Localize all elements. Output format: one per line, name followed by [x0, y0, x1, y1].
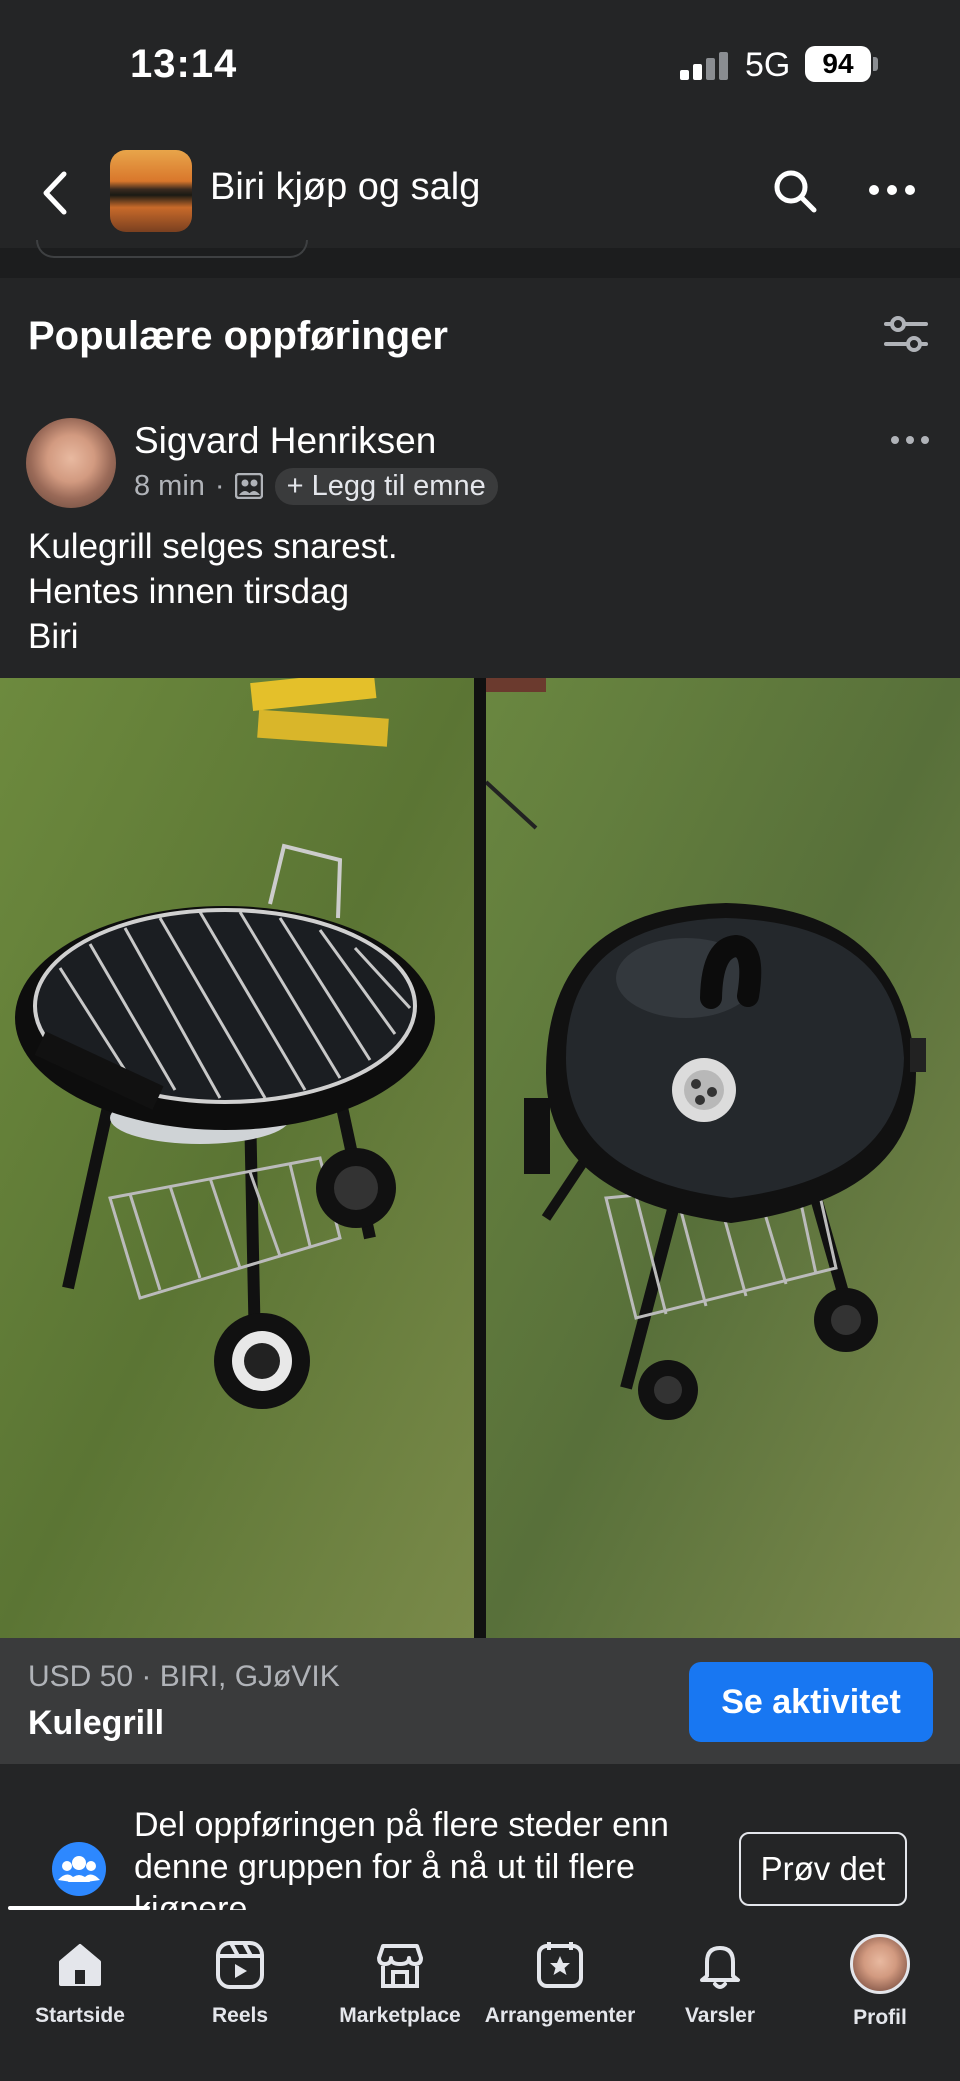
marketplace-icon — [377, 1944, 423, 1988]
tab-label: Startside — [35, 2004, 125, 2027]
tab-events[interactable]: Arrangementer — [480, 1930, 640, 2040]
bottom-tab-bar: Startside Reels Marketplace Arrangemente… — [0, 1910, 960, 2081]
scrolled-chip — [36, 240, 308, 258]
post-more-options-icon[interactable] — [890, 432, 930, 448]
search-icon[interactable] — [770, 166, 820, 216]
photo-open-grill[interactable] — [0, 678, 474, 1638]
author-name[interactable]: Sigvard Henriksen — [134, 420, 436, 462]
events-icon — [537, 1942, 583, 1988]
group-audience-icon — [234, 473, 263, 499]
status-bar: 13:14 5G 94 — [0, 0, 960, 130]
tab-notifications[interactable]: Varsler — [640, 1930, 800, 2040]
group-cover-thumbnail[interactable] — [110, 150, 192, 232]
listing-info-bar[interactable]: USD 50 · BIRI, GJøVIK Kulegrill Se aktiv… — [0, 1638, 960, 1764]
group-header: Biri kjøp og salg — [0, 130, 960, 248]
network-type: 5G — [745, 46, 791, 84]
author-avatar[interactable] — [26, 418, 116, 508]
meta-separator: · — [214, 469, 225, 502]
post-text-line: Hentes innen tirsdag — [28, 572, 350, 611]
profile-avatar — [850, 1934, 910, 1994]
tab-label: Varsler — [684, 2004, 756, 2027]
share-listing-promo: Del oppføringen på flere steder enn denn… — [0, 1764, 960, 1910]
post-text-line: Kulegrill selges snarest. — [28, 527, 398, 566]
tab-label: Profil — [853, 2006, 907, 2029]
post-time[interactable]: 8 min — [134, 470, 205, 503]
listing-price-location: USD 50 · BIRI, GJøVIK — [28, 1660, 340, 1693]
status-time: 13:14 — [130, 42, 238, 86]
promo-text: Del oppføringen på flere steder enn denn… — [134, 1806, 669, 1910]
listing-title[interactable]: Kulegrill — [28, 1704, 164, 1743]
post-text-line: Biri — [28, 617, 79, 656]
back-arrow-icon[interactable] — [36, 168, 76, 218]
tab-label: Marketplace — [339, 2004, 461, 2027]
post-meta: 8 min · + Legg til emne — [134, 467, 498, 505]
post-text: Kulegrill selges snarest. Hentes innen t… — [28, 524, 398, 659]
tab-label: Reels — [211, 2004, 269, 2027]
tab-profile[interactable]: Profil — [800, 1930, 960, 2040]
battery-icon: 94 — [805, 46, 871, 82]
see-activity-button[interactable]: Se aktivitet — [689, 1662, 933, 1742]
try-it-button[interactable]: Prøv det — [739, 1832, 907, 1906]
bell-icon — [700, 1946, 740, 1989]
more-options-icon[interactable] — [868, 180, 916, 200]
tab-marketplace[interactable]: Marketplace — [320, 1930, 480, 2040]
battery-tip — [873, 57, 878, 71]
home-icon — [59, 1944, 101, 1986]
tab-reels[interactable]: Reels — [160, 1930, 320, 2040]
listing-photos[interactable] — [0, 678, 960, 1638]
section-title: Populære oppføringer — [28, 314, 448, 358]
photo-closed-grill[interactable] — [486, 678, 960, 1638]
group-title[interactable]: Biri kjøp og salg — [210, 166, 480, 209]
tab-label: Arrangementer — [484, 2004, 636, 2027]
tab-home[interactable]: Startside — [0, 1930, 160, 2040]
add-topic-button[interactable]: + Legg til emne — [274, 467, 498, 505]
groups-icon — [52, 1842, 106, 1896]
reels-icon — [216, 1941, 264, 1989]
filter-sliders-icon[interactable] — [882, 312, 930, 356]
signal-icon — [680, 50, 730, 80]
